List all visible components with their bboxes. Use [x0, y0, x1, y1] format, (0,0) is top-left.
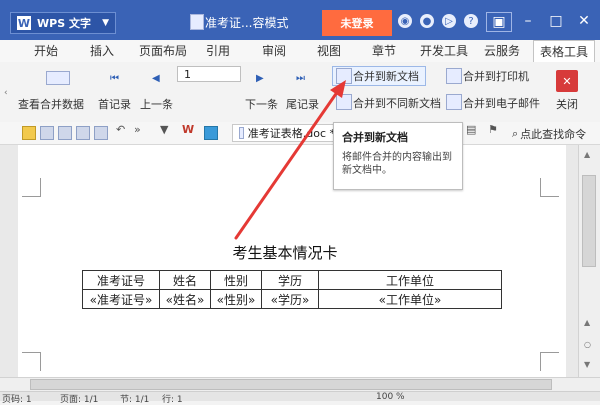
skin-icon[interactable]: ◉ — [398, 14, 412, 28]
merge-field-cell[interactable]: «姓名» — [159, 289, 211, 309]
email-icon — [446, 94, 462, 110]
page-corner-mark — [22, 178, 41, 197]
tab-chapter[interactable]: 章节 — [372, 43, 396, 59]
cube-icon[interactable] — [204, 126, 218, 140]
settings-icon[interactable]: ● — [420, 14, 434, 28]
restore-ribbon-icon[interactable]: ▣ — [486, 12, 512, 32]
minimize-icon[interactable]: – — [516, 12, 540, 30]
last-record-icon: ⏭ — [296, 73, 305, 84]
page-corner-mark — [540, 178, 559, 197]
status-page-total: 页面: 1/1 — [60, 395, 99, 405]
table-header-cell[interactable]: 工作单位 — [318, 270, 502, 290]
undo-icon[interactable]: ↶ — [116, 123, 128, 136]
printer-icon — [446, 68, 462, 84]
search-icon: ⌕ — [512, 127, 519, 140]
status-zoom[interactable]: 100 % — [376, 392, 405, 402]
view-merged-data-button[interactable]: 查看合并数据 — [18, 96, 84, 112]
tooltip-description: 将邮件合并的内容输出到新文档中。 — [342, 152, 452, 176]
app-menu-button[interactable]: W WPS 文字 ▼ — [10, 12, 116, 34]
tooltip-title: 合并到新文档 — [342, 131, 408, 144]
next-record-icon: ▶ — [256, 73, 264, 84]
close-window-icon[interactable]: ✕ — [572, 12, 596, 30]
info-table: 准考证号 姓名 性别 学历 工作单位 «准考证号» «姓名» «性别» «学历»… — [82, 270, 502, 309]
ribbon-scroll-left-icon[interactable]: ‹ — [4, 88, 8, 98]
merge-new-doc-label: 合并到新文档 — [353, 70, 419, 83]
more-icon[interactable]: » — [134, 123, 146, 136]
share-icon[interactable]: ▷ — [442, 14, 456, 28]
merge-diff-doc-button[interactable]: 合并到不同新文档 — [353, 95, 441, 111]
document-tab-name: 准考证表格.doc * — [247, 127, 335, 140]
login-button[interactable]: 未登录 — [322, 10, 392, 36]
table-header-cell[interactable]: 学历 — [261, 270, 319, 290]
merge-field-cell[interactable]: «学历» — [261, 289, 319, 309]
save-icon[interactable] — [40, 126, 54, 140]
document-heading: 考生基本情况卡 — [232, 244, 338, 262]
print-icon[interactable] — [76, 126, 90, 140]
merge-diff-doc-icon — [336, 94, 352, 110]
last-record-button[interactable]: 尾记录 — [286, 96, 319, 112]
merge-email-button[interactable]: 合并到电子邮件 — [463, 95, 540, 111]
tab-review[interactable]: 审阅 — [262, 43, 286, 59]
chevron-down-icon: ▼ — [102, 18, 109, 28]
select-browse-icon[interactable]: ○ — [584, 340, 591, 349]
tab-home[interactable]: 开始 — [34, 43, 58, 59]
window-title: 准考证...容模式 — [205, 16, 289, 30]
merge-new-doc-icon — [336, 68, 352, 84]
page-corner-mark — [540, 352, 559, 371]
first-record-button[interactable]: 首记录 — [98, 96, 131, 112]
document-icon — [190, 14, 204, 30]
tab-dev-tools[interactable]: 开发工具 — [420, 43, 468, 59]
list-icon[interactable]: ▤ — [466, 123, 478, 136]
wps-logo-icon: W — [17, 16, 31, 30]
first-record-icon: ⏮ — [110, 73, 119, 84]
merge-field-cell[interactable]: «性别» — [210, 289, 262, 309]
table-header-cell[interactable]: 姓名 — [159, 270, 211, 290]
tab-page-layout[interactable]: 页面布局 — [139, 43, 187, 59]
maximize-icon[interactable]: □ — [544, 12, 568, 30]
table-header-row: 准考证号 姓名 性别 学历 工作单位 — [82, 270, 502, 290]
chevron-down-icon[interactable]: ▼ — [160, 123, 172, 136]
prev-record-icon: ◀ — [152, 73, 160, 84]
wps-w-icon[interactable]: W — [182, 123, 194, 136]
help-icon[interactable]: ? — [464, 14, 478, 28]
doc-tab-icon — [239, 127, 244, 139]
prev-record-button[interactable]: 上一条 — [140, 96, 173, 112]
horizontal-scroll-thumb[interactable] — [30, 379, 552, 390]
close-icon: ✕ — [556, 70, 578, 92]
tab-cloud[interactable]: 云服务 — [484, 43, 520, 59]
table-header-cell[interactable]: 准考证号 — [82, 270, 160, 290]
merge-field-cell[interactable]: «准考证号» — [82, 289, 160, 309]
scroll-up-icon[interactable]: ▲ — [584, 318, 590, 327]
status-section: 节: 1/1 — [120, 395, 150, 405]
view-merged-data-icon — [46, 71, 70, 85]
merge-printer-button[interactable]: 合并到打印机 — [463, 68, 529, 84]
vertical-scroll-thumb[interactable] — [582, 175, 596, 267]
close-mailmerge-button[interactable]: 关闭 — [556, 96, 578, 112]
tab-insert[interactable]: 插入 — [90, 43, 114, 59]
page-corner-mark — [22, 352, 41, 371]
command-search-label: 点此查找命令 — [520, 128, 587, 141]
export-pdf-icon[interactable] — [58, 126, 72, 140]
app-name: WPS 文字 — [37, 17, 91, 30]
next-record-button[interactable]: 下一条 — [245, 96, 278, 112]
status-page-number: 页码: 1 — [2, 395, 32, 405]
status-line: 行: 1 — [162, 395, 183, 405]
scroll-up-icon[interactable]: ▲ — [584, 150, 590, 159]
merge-field-cell[interactable]: «工作单位» — [318, 289, 502, 309]
open-icon[interactable] — [22, 126, 36, 140]
document-tab[interactable]: 准考证表格.doc * — [232, 124, 336, 142]
record-number-input[interactable]: 1 — [177, 66, 241, 82]
tab-table-tools[interactable]: 表格工具 — [533, 40, 596, 64]
command-search[interactable]: ⌕ 点此查找命令 — [512, 126, 586, 142]
flag-icon[interactable]: ⚑ — [488, 123, 500, 136]
tab-view[interactable]: 视图 — [317, 43, 341, 59]
table-row: «准考证号» «姓名» «性别» «学历» «工作单位» — [82, 289, 502, 309]
merge-tooltip: 合并到新文档 将邮件合并的内容输出到新文档中。 — [333, 122, 463, 190]
table-header-cell[interactable]: 性别 — [210, 270, 262, 290]
tab-references[interactable]: 引用 — [206, 43, 230, 59]
print-preview-icon[interactable] — [94, 126, 108, 140]
scroll-down-icon[interactable]: ▼ — [584, 360, 590, 369]
